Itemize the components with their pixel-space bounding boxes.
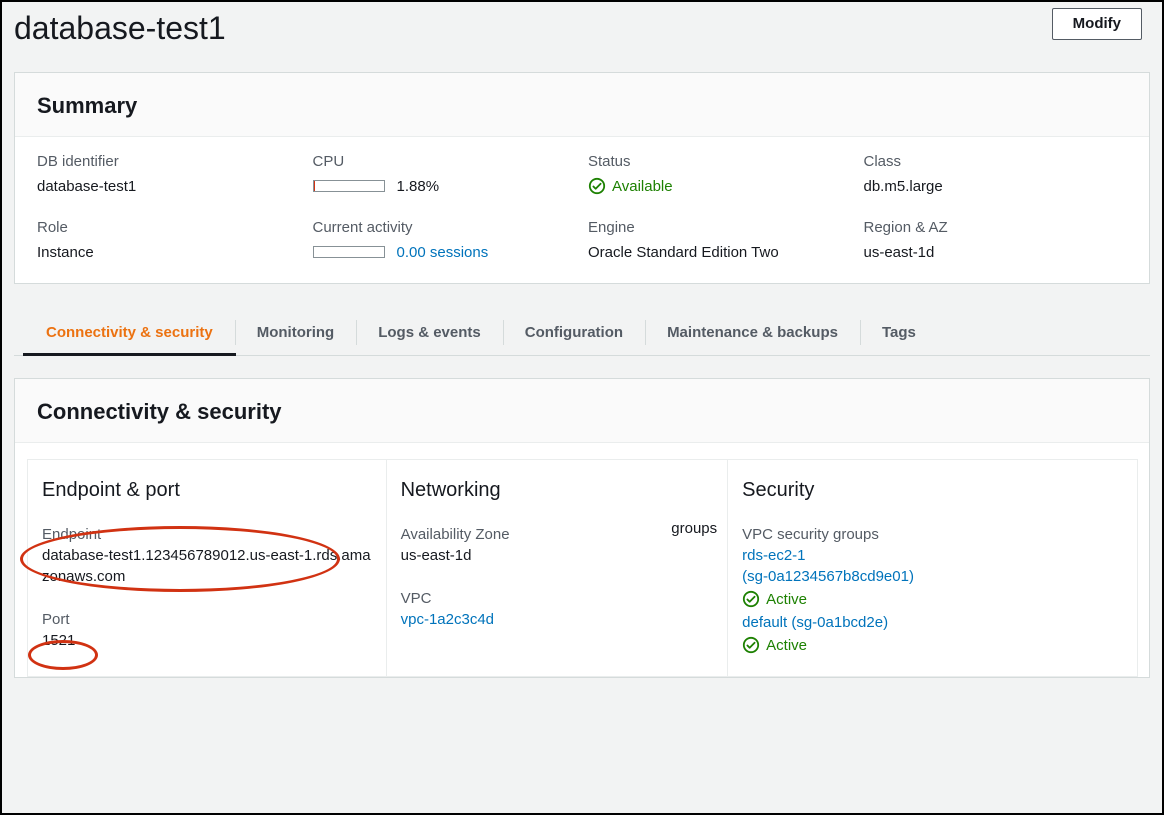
db-identifier-label: DB identifier — [37, 151, 301, 172]
connectivity-heading: Connectivity & security — [15, 379, 1149, 443]
engine-value: Oracle Standard Edition Two — [588, 242, 852, 263]
cpu-bar — [313, 180, 385, 192]
page-title: database-test1 — [14, 8, 226, 48]
cpu-label: CPU — [313, 151, 577, 172]
role-label: Role — [37, 217, 301, 238]
sg2-status: Active — [766, 635, 807, 656]
status-label: Status — [588, 151, 852, 172]
summary-heading: Summary — [15, 73, 1149, 137]
connectivity-panel: Connectivity & security Endpoint & port … — [14, 378, 1150, 678]
port-label: Port — [42, 609, 372, 630]
security-column: Security VPC security groups rds-ec2-1 (… — [727, 459, 1138, 677]
az-label: Availability Zone — [401, 524, 714, 545]
vpc-link[interactable]: vpc-1a2c3c4d — [401, 611, 494, 628]
endpoint-value: database-test1.123456789012.us-east-1.rd… — [42, 545, 372, 587]
sg1-id-link[interactable]: (sg-0a1234567b8cd9e01) — [742, 566, 1123, 587]
tab-logs-events[interactable]: Logs & events — [356, 310, 503, 355]
db-identifier-value: database-test1 — [37, 176, 301, 197]
region-az-label: Region & AZ — [864, 217, 1128, 238]
tab-connectivity[interactable]: Connectivity & security — [24, 310, 235, 355]
port-value: 1521 — [42, 630, 372, 651]
tab-maintenance[interactable]: Maintenance & backups — [645, 310, 860, 355]
tab-tags[interactable]: Tags — [860, 310, 938, 355]
engine-label: Engine — [588, 217, 852, 238]
security-heading: Security — [742, 476, 1123, 504]
activity-label: Current activity — [313, 217, 577, 238]
role-value: Instance — [37, 242, 301, 263]
check-circle-icon — [742, 590, 760, 608]
status-value: Available — [612, 176, 673, 197]
check-circle-icon — [742, 636, 760, 654]
sg1-status: Active — [766, 589, 807, 610]
az-value: us-east-1d — [401, 545, 714, 566]
check-circle-icon — [588, 177, 606, 195]
tab-bar: Connectivity & security Monitoring Logs … — [14, 310, 1150, 356]
sg2-name-link[interactable]: default (sg-0a1bcd2e) — [742, 612, 1123, 633]
activity-value-link[interactable]: 0.00 sessions — [397, 242, 489, 263]
summary-panel: Summary DB identifier database-test1 CPU… — [14, 72, 1150, 284]
class-label: Class — [864, 151, 1128, 172]
networking-column: groups Networking Availability Zone us-e… — [386, 459, 729, 677]
sg1-name-link[interactable]: rds-ec2-1 — [742, 545, 1123, 566]
tab-configuration[interactable]: Configuration — [503, 310, 645, 355]
region-az-value: us-east-1d — [864, 242, 1128, 263]
activity-bar — [313, 246, 385, 258]
networking-heading: Networking — [401, 476, 714, 504]
sg-label: VPC security groups — [742, 524, 1123, 545]
tab-monitoring[interactable]: Monitoring — [235, 310, 356, 355]
class-value: db.m5.large — [864, 176, 1128, 197]
vpc-label: VPC — [401, 588, 714, 609]
endpoint-label: Endpoint — [42, 524, 372, 545]
endpoint-port-column: Endpoint & port Endpoint database-test1.… — [27, 459, 387, 677]
groups-text: groups — [671, 518, 717, 539]
modify-button[interactable]: Modify — [1052, 8, 1142, 40]
endpoint-port-heading: Endpoint & port — [42, 476, 372, 504]
cpu-value: 1.88% — [397, 176, 440, 197]
